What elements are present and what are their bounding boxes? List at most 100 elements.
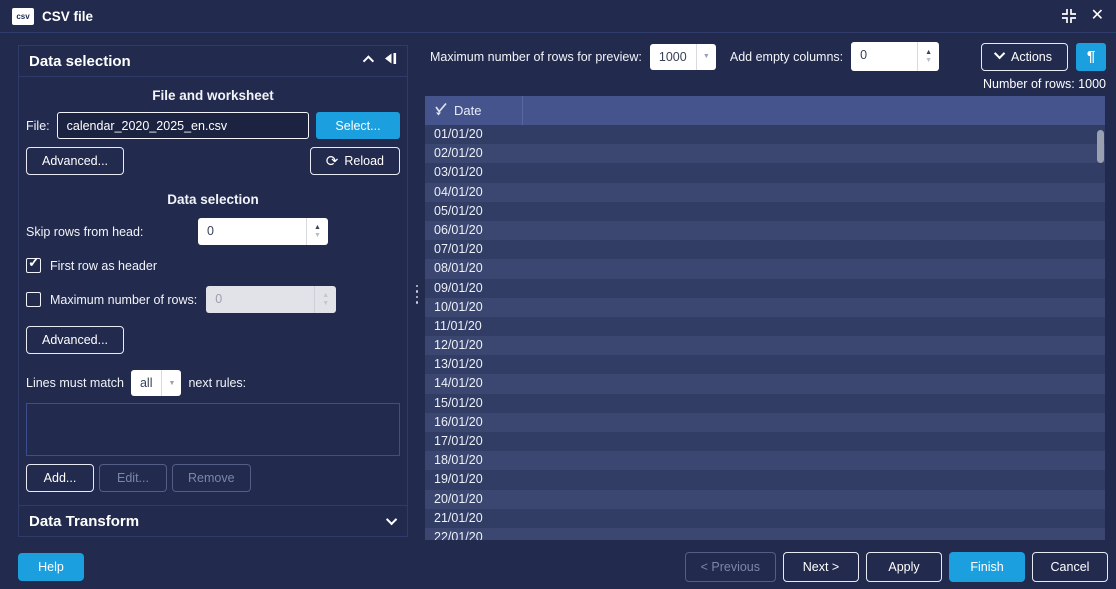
checkmark-icon: ✓ <box>28 254 40 271</box>
close-icon[interactable]: ✕ <box>1091 8 1104 24</box>
actions-label: Actions <box>1011 50 1052 64</box>
help-button[interactable]: Help <box>18 553 84 581</box>
preview-max-rows-label: Maximum number of rows for preview: <box>430 50 642 64</box>
next-button[interactable]: Next > <box>783 552 859 582</box>
dock-window-icon[interactable] <box>1061 8 1077 24</box>
spinner-up-icon[interactable]: ▲ <box>314 224 321 231</box>
table-row[interactable]: 06/01/20 <box>425 221 1105 240</box>
empty-column-header <box>523 96 1105 125</box>
reload-button[interactable]: ⟳ Reload <box>310 147 400 175</box>
previous-button: < Previous <box>685 552 776 582</box>
select-file-button[interactable]: Select... <box>316 112 400 139</box>
table-row[interactable]: 11/01/20 <box>425 317 1105 336</box>
csv-file-icon: csv <box>12 8 34 25</box>
file-worksheet-heading: File and worksheet <box>26 88 400 103</box>
add-empty-columns-label: Add empty columns: <box>730 50 843 64</box>
table-row[interactable]: 10/01/20 <box>425 298 1105 317</box>
add-rule-button[interactable]: Add... <box>26 464 94 492</box>
chevron-down-icon <box>386 514 397 525</box>
next-rules-label: next rules: <box>188 376 246 390</box>
show-formatting-button[interactable]: ¶ <box>1076 43 1106 71</box>
csv-import-dialog: csv CSV file ✕ Data selection <box>0 0 1116 589</box>
max-rows-checkbox[interactable] <box>26 292 41 307</box>
splitter-handle[interactable] <box>414 281 420 307</box>
date-column-label: Date <box>454 103 481 118</box>
table-row[interactable]: 02/01/20 <box>425 144 1105 163</box>
sort-check-icon <box>434 102 447 120</box>
table-row[interactable]: 09/01/20 <box>425 279 1105 298</box>
file-advanced-button[interactable]: Advanced... <box>26 147 124 175</box>
table-row[interactable]: 03/01/20 <box>425 163 1105 182</box>
chevron-up-icon[interactable] <box>363 55 374 66</box>
reload-label: Reload <box>344 154 384 168</box>
preview-table: Date 01/01/2002/01/2003/01/2004/01/2005/… <box>425 96 1105 540</box>
match-mode-value: all <box>131 376 162 390</box>
table-row[interactable]: 01/01/20 <box>425 125 1105 144</box>
titlebar: csv CSV file ✕ <box>0 0 1116 33</box>
table-row[interactable]: 20/01/20 <box>425 490 1105 509</box>
selection-advanced-button[interactable]: Advanced... <box>26 326 124 354</box>
chevron-down-icon: ▼ <box>696 44 716 70</box>
first-row-header-checkbox[interactable]: ✓ <box>26 258 41 273</box>
skip-rows-stepper[interactable]: 0 ▲ ▼ <box>198 218 328 245</box>
data-transform-title: Data Transform <box>29 513 139 530</box>
preview-controls: Maximum number of rows for preview: 1000… <box>430 42 1106 71</box>
data-selection-panel: Data selection File and worksheet File: … <box>18 45 408 537</box>
table-header: Date <box>425 96 1105 125</box>
table-row[interactable]: 16/01/20 <box>425 413 1105 432</box>
table-row[interactable]: 12/01/20 <box>425 336 1105 355</box>
cancel-button[interactable]: Cancel <box>1032 552 1108 582</box>
spinner-up-icon: ▲ <box>322 292 329 299</box>
preview-max-rows-dropdown[interactable]: 1000 ▼ <box>650 44 716 70</box>
max-rows-stepper: 0 ▲ ▼ <box>206 286 336 313</box>
first-row-header-label: First row as header <box>50 259 157 273</box>
spinner-down-icon: ▼ <box>322 300 329 307</box>
date-column-header[interactable]: Date <box>425 96 523 125</box>
skip-rows-value: 0 <box>198 218 306 245</box>
data-transform-header[interactable]: Data Transform <box>19 505 407 536</box>
wizard-buttons: < Previous Next > Apply Finish Cancel <box>685 552 1108 582</box>
edit-rule-button: Edit... <box>99 464 167 492</box>
table-row[interactable]: 18/01/20 <box>425 451 1105 470</box>
max-rows-value: 0 <box>206 286 314 313</box>
actions-button[interactable]: Actions <box>981 43 1068 71</box>
table-row[interactable]: 04/01/20 <box>425 183 1105 202</box>
add-empty-columns-stepper[interactable]: 0 ▲ ▼ <box>851 42 939 71</box>
spinner-down-icon[interactable]: ▼ <box>925 57 932 64</box>
lines-must-match-label: Lines must match <box>26 376 124 390</box>
max-rows-label: Maximum number of rows: <box>50 293 197 307</box>
table-row[interactable]: 08/01/20 <box>425 259 1105 278</box>
table-row[interactable]: 15/01/20 <box>425 394 1105 413</box>
data-selection-heading: Data selection <box>26 192 400 207</box>
table-row[interactable]: 14/01/20 <box>425 374 1105 393</box>
data-selection-header[interactable]: Data selection <box>19 46 407 77</box>
spinner-down-icon[interactable]: ▼ <box>314 232 321 239</box>
finish-button[interactable]: Finish <box>949 552 1025 582</box>
table-row[interactable]: 22/01/20 <box>425 528 1105 540</box>
collapse-panel-icon[interactable] <box>383 52 397 70</box>
table-row[interactable]: 19/01/20 <box>425 470 1105 489</box>
match-mode-dropdown[interactable]: all ▼ <box>131 370 182 396</box>
window-title: CSV file <box>42 9 93 24</box>
table-row[interactable]: 07/01/20 <box>425 240 1105 259</box>
file-path-input[interactable] <box>57 112 309 139</box>
row-count-label: Number of rows: 1000 <box>425 77 1106 91</box>
preview-max-rows-value: 1000 <box>650 50 696 64</box>
chevron-down-icon <box>994 48 1005 59</box>
table-row[interactable]: 17/01/20 <box>425 432 1105 451</box>
file-label: File: <box>26 119 50 133</box>
table-body: 01/01/2002/01/2003/01/2004/01/2005/01/20… <box>425 125 1105 540</box>
rules-listbox[interactable] <box>26 403 400 456</box>
apply-button[interactable]: Apply <box>866 552 942 582</box>
spinner-up-icon[interactable]: ▲ <box>925 49 932 56</box>
vertical-scrollbar[interactable] <box>1097 127 1104 538</box>
table-row[interactable]: 21/01/20 <box>425 509 1105 528</box>
remove-rule-button: Remove <box>172 464 251 492</box>
scrollbar-thumb[interactable] <box>1097 130 1104 163</box>
table-row[interactable]: 05/01/20 <box>425 202 1105 221</box>
panel-title: Data selection <box>29 53 131 70</box>
chevron-down-icon: ▼ <box>161 370 181 396</box>
skip-rows-label: Skip rows from head: <box>26 225 198 239</box>
table-row[interactable]: 13/01/20 <box>425 355 1105 374</box>
add-empty-columns-value: 0 <box>851 42 917 71</box>
